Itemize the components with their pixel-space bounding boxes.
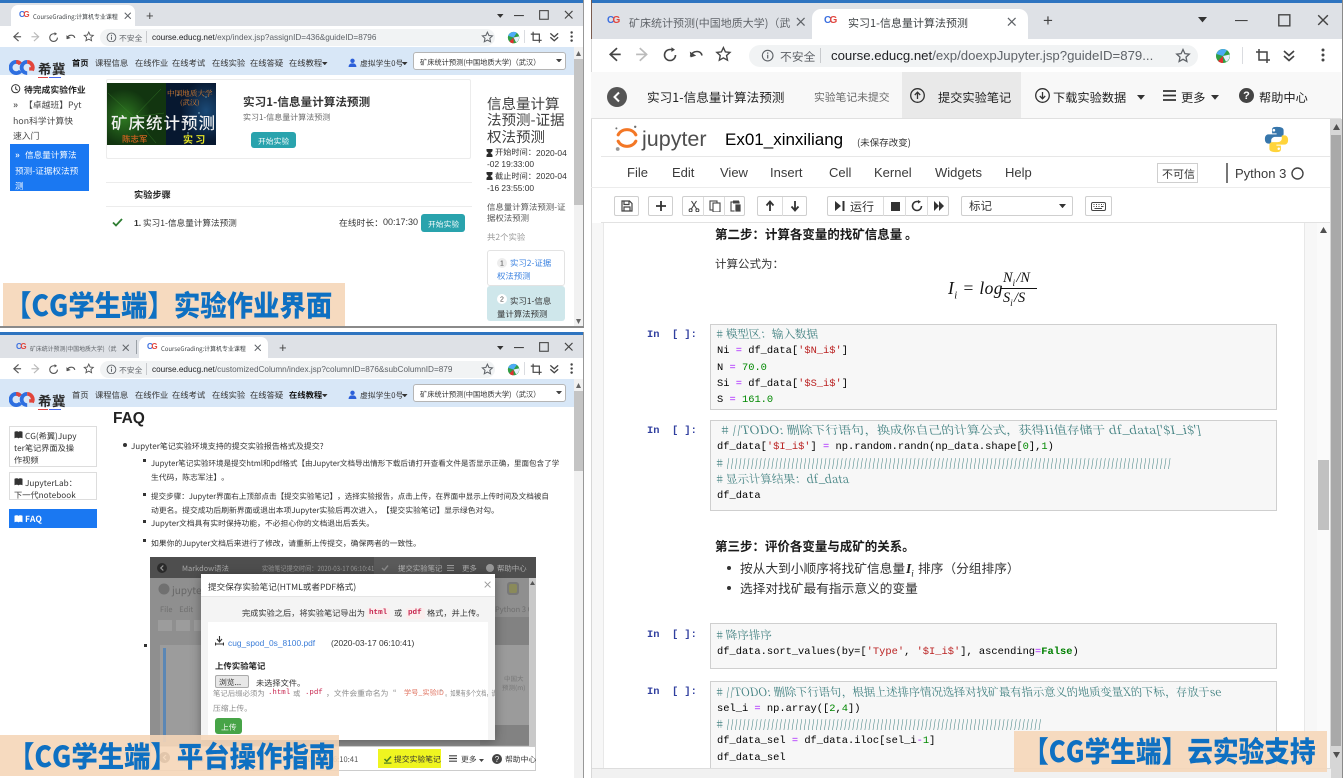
svg-text:?: ?: [495, 754, 500, 763]
svg-text:2: 2: [500, 297, 504, 304]
svg-text:1: 1: [500, 261, 504, 268]
svg-text:?: ?: [1243, 90, 1250, 102]
